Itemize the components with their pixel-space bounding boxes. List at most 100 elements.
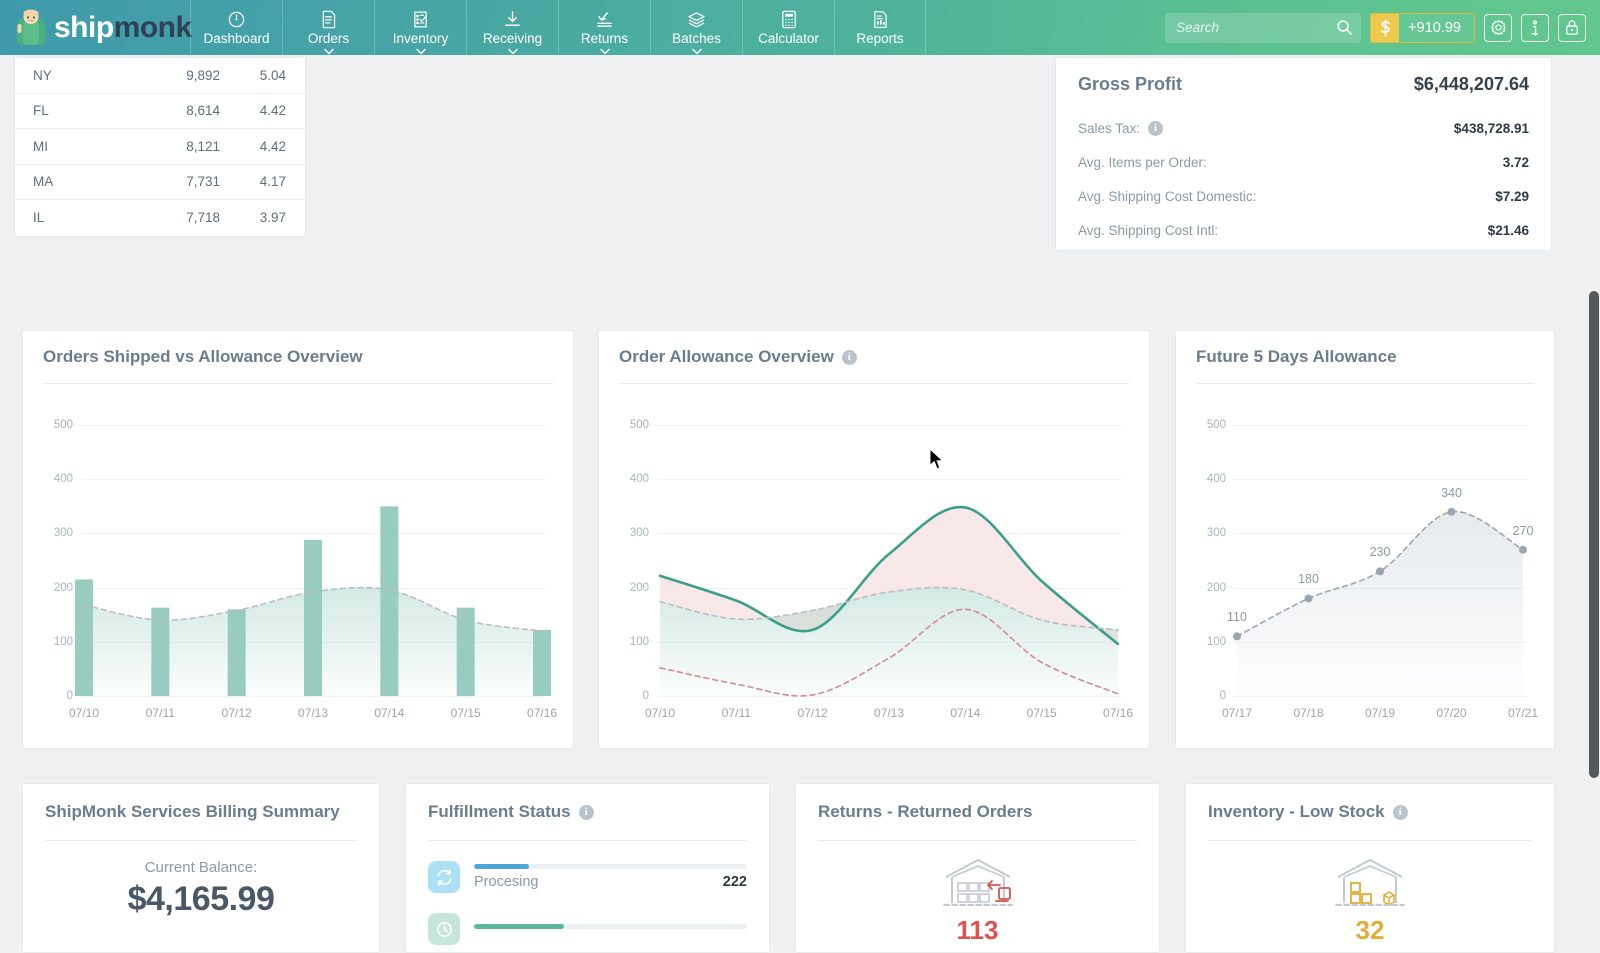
nav-item-dashboard[interactable]: Dashboard — [190, 0, 282, 55]
future-5-days-allowance-card: Future 5 Days Allowance 0100200300400500… — [1175, 330, 1555, 749]
nav-item-orders[interactable]: Orders — [282, 0, 374, 55]
table-row[interactable]: MA 7,731 4.17 — [15, 165, 305, 201]
data-point-label: 110 — [1227, 610, 1247, 624]
nav-item-inventory[interactable]: Inventory — [374, 0, 466, 55]
info-icon[interactable]: i — [1393, 805, 1408, 820]
bar-chart-plot[interactable]: 010020030040050007/1007/1107/1207/1307/1… — [81, 398, 545, 728]
brand-logo[interactable]: shipmonk — [0, 9, 190, 47]
series-area — [1237, 512, 1523, 696]
wallet-amount: +910.99 — [1399, 14, 1474, 42]
info-icon[interactable]: i — [579, 805, 594, 820]
card-title: Orders Shipped vs Allowance Overview — [43, 347, 553, 367]
bar[interactable] — [228, 609, 246, 696]
future-allowance-plot[interactable]: 010020030040050011018023034027007/1707/1… — [1234, 398, 1526, 728]
nav-item-reports[interactable]: Reports — [834, 0, 926, 55]
orders-shipped-vs-allowance-card: Orders Shipped vs Allowance Overview 010… — [22, 330, 574, 749]
metric-label: Avg. Items per Order: — [1078, 155, 1207, 170]
y-axis-tick: 0 — [643, 690, 649, 702]
gross-profit-card: Gross Profit $6,448,207.64 Sales Tax:i $… — [1055, 57, 1552, 251]
stack-icon — [687, 10, 706, 29]
percent-cell: 4.17 — [220, 174, 302, 189]
brand-text: shipmonk — [54, 13, 192, 43]
orders-cell: 8,614 — [115, 103, 220, 118]
status-label: Procesing — [474, 874, 538, 890]
divider — [1208, 840, 1532, 841]
document-icon — [320, 10, 337, 29]
bar[interactable] — [380, 506, 398, 696]
data-point[interactable] — [1519, 546, 1527, 554]
search-icon[interactable] — [1336, 19, 1353, 36]
chart-svg — [657, 398, 1121, 696]
brand-ship: ship — [54, 11, 114, 44]
x-axis-tick: 07/19 — [1365, 706, 1395, 720]
nav-label: Receiving — [483, 31, 542, 46]
y-axis-tick: 400 — [630, 473, 649, 485]
data-point[interactable] — [1448, 508, 1456, 516]
nav-item-receiving[interactable]: Receiving — [466, 0, 558, 55]
status-count: 222 — [723, 874, 747, 890]
data-point[interactable] — [1376, 567, 1384, 575]
info-icon[interactable]: i — [1148, 121, 1163, 136]
x-axis-tick: 07/11 — [146, 706, 175, 720]
low-stock-count: 32 — [1356, 915, 1385, 946]
x-axis-tick: 07/16 — [1103, 706, 1133, 720]
nav-item-calculator[interactable]: Calculator — [742, 0, 834, 55]
nav-label: Batches — [672, 31, 721, 46]
orders-cell: 7,731 — [115, 174, 220, 189]
chevron-down-icon — [691, 48, 702, 55]
data-point[interactable] — [1305, 594, 1313, 602]
table-row[interactable]: IL 7,718 3.97 — [15, 200, 305, 236]
nav-item-returns[interactable]: Returns — [558, 0, 650, 55]
y-axis-tick: 300 — [54, 527, 73, 539]
lock-icon[interactable] — [1558, 14, 1586, 42]
y-axis-tick: 500 — [630, 419, 649, 431]
gear-icon[interactable] — [1484, 14, 1512, 42]
metric-row-sales-tax: Sales Tax:i $438,728.91 — [1078, 121, 1529, 136]
y-axis-tick: 0 — [67, 690, 73, 702]
search-box[interactable] — [1165, 13, 1361, 43]
orders-cell: 7,718 — [115, 210, 220, 225]
fulfillment-row-2[interactable] — [428, 913, 747, 945]
card-title: Gross Profit — [1078, 74, 1182, 95]
x-axis-tick: 07/21 — [1508, 706, 1538, 720]
fulfillment-row-processing[interactable]: Procesing 222 — [428, 861, 747, 893]
progress-fill — [474, 924, 564, 929]
y-axis-tick: 0 — [1220, 690, 1226, 702]
table-row[interactable]: NY 9,892 5.04 — [15, 58, 305, 94]
table-row[interactable]: FL 8,614 4.42 — [15, 94, 305, 130]
bar[interactable] — [75, 580, 93, 696]
search-input[interactable] — [1165, 13, 1361, 43]
x-axis-tick: 07/12 — [222, 706, 252, 720]
nav-item-batches[interactable]: Batches — [650, 0, 742, 55]
main-nav: Dashboard Orders Inventory — [190, 0, 926, 55]
top-states-table: NY 9,892 5.04 FL 8,614 4.42 MI 8,121 4.4… — [14, 57, 306, 237]
state-cell: FL — [15, 103, 115, 118]
billing-summary-card: ShipMonk Services Billing Summary Curren… — [22, 783, 380, 953]
header-actions: +910.99 — [1165, 13, 1600, 43]
data-point[interactable] — [1233, 632, 1241, 640]
y-axis-tick: 200 — [630, 582, 649, 594]
dashboard-page: NY 9,892 5.04 FL 8,614 4.42 MI 8,121 4.4… — [0, 55, 1600, 900]
card-title: ShipMonk Services Billing Summary — [45, 802, 357, 822]
y-axis-tick: 500 — [1207, 419, 1226, 431]
returns-stat: 113 — [818, 855, 1137, 946]
divider — [428, 840, 747, 841]
x-axis-tick: 07/14 — [374, 706, 404, 720]
chevron-down-icon — [415, 48, 426, 55]
info-icon[interactable]: i — [842, 350, 857, 365]
scrollbar-thumb[interactable] — [1589, 291, 1599, 778]
wallet-balance-button[interactable]: +910.99 — [1370, 13, 1475, 43]
metric-label: Avg. Shipping Cost Intl: — [1078, 223, 1218, 238]
bar[interactable] — [533, 630, 551, 696]
bar[interactable] — [304, 540, 322, 696]
gridline — [657, 696, 1121, 697]
table-row[interactable]: MI 8,121 4.42 — [15, 129, 305, 165]
x-axis-tick: 07/12 — [798, 706, 828, 720]
line-chart-plot[interactable]: 010020030040050007/1007/1107/1207/1307/1… — [657, 398, 1121, 728]
y-axis-tick: 500 — [54, 419, 73, 431]
info-icon[interactable] — [1521, 14, 1549, 42]
metric-row-avg-items: Avg. Items per Order: 3.72 — [1078, 155, 1529, 170]
warehouse-return-icon — [936, 855, 1020, 913]
us-choropleth-map[interactable] — [345, 18, 905, 298]
y-axis-tick: 400 — [1207, 473, 1226, 485]
